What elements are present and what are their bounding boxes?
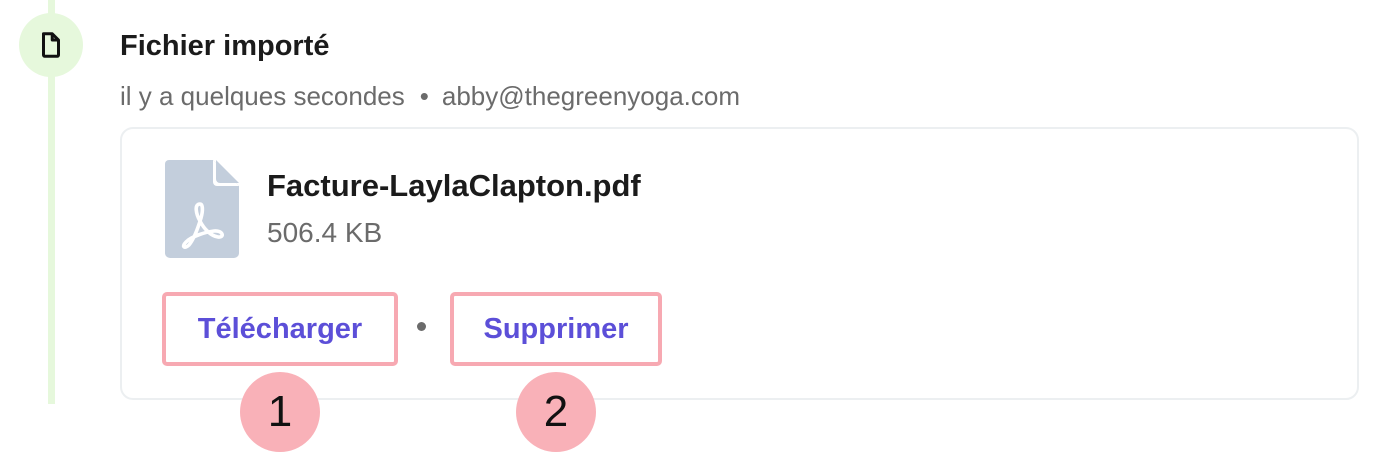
activity-timeline: Fichier importé il y a quelques secondes… bbox=[0, 0, 1382, 454]
download-button[interactable]: Télécharger bbox=[162, 292, 398, 366]
event-title: Fichier importé bbox=[120, 30, 330, 62]
timeline-event-dot bbox=[19, 13, 83, 77]
file-name: Facture-LaylaClapton.pdf bbox=[267, 168, 641, 203]
event-meta: il y a quelques secondes • abby@thegreenyo… bbox=[120, 80, 740, 112]
action-separator-dot bbox=[417, 322, 426, 331]
annotation-marker-2: 2 bbox=[516, 372, 596, 452]
file-size: 506.4 KB bbox=[267, 217, 383, 248]
delete-button[interactable]: Supprimer bbox=[450, 292, 662, 366]
meta-separator: • bbox=[419, 81, 429, 111]
event-user: abby@thegreenyoga.com bbox=[441, 81, 740, 111]
event-time: il y a quelques secondes bbox=[120, 81, 405, 111]
document-icon bbox=[42, 32, 60, 58]
annotation-marker-1: 1 bbox=[240, 372, 320, 452]
pdf-file-icon bbox=[165, 160, 239, 258]
